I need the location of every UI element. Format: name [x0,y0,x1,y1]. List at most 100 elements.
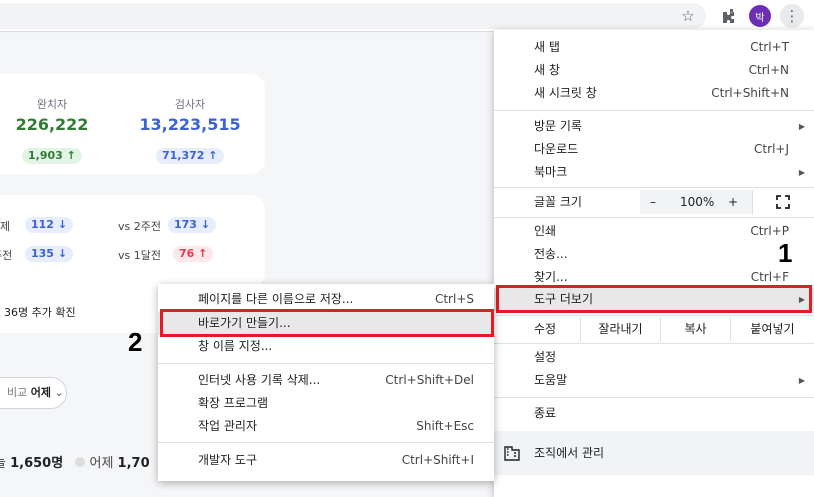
menu-print[interactable]: 인쇄 Ctrl+P [494,220,814,243]
cut-label: 잘라내기 [598,322,643,336]
compare-label: vs 1달전 [118,249,161,262]
menu-shortcut: Ctrl+Shift+N [711,86,789,100]
menu-shortcut: Ctrl+Shift+Del [385,373,474,387]
compare-card: 제 112 ↓ vs 2주전 173 ↓ 주전 135 ↓ vs 1달전 76 … [0,195,265,287]
step-1-annotation: 1 [778,238,793,268]
zoom-in-button[interactable]: + [728,190,738,214]
star-icon[interactable]: ☆ [676,4,700,28]
dropdown-value: 어제 [30,386,51,399]
menu-divider [494,110,814,111]
arrow-up-icon: ↑ [66,149,76,162]
menu-downloads[interactable]: 다운로드 Ctrl+J [494,138,814,161]
menu-label: 인쇄 [534,224,557,238]
menu-divider [494,217,814,218]
extensions-icon[interactable] [717,4,741,28]
zoom-controls: – 100% + [640,190,752,214]
menu-help[interactable]: 도움말 ▶ [494,369,814,392]
menu-label: 확장 프로그램 [198,396,269,410]
menu-label: 다운로드 [534,142,579,156]
menu-new-tab[interactable]: 새 탭 Ctrl+T [494,36,814,59]
submenu-arrow-icon: ▶ [798,122,805,131]
fullscreen-icon [776,195,790,209]
edit-label: 수정 [534,322,557,336]
zoom-label: 글꼴 크기 [534,195,582,209]
kebab-menu-icon[interactable]: ⋮ [780,4,804,28]
copy-label: 복사 [684,322,707,336]
fullscreen-button[interactable] [752,190,814,214]
compare-badge: 76 ↑ [173,246,214,262]
menu-label: 작업 관리자 [198,419,258,433]
step-2-annotation: 2 [128,327,143,357]
menu-label: 전송... [534,247,568,261]
menu-incognito[interactable]: 새 시크릿 창 Ctrl+Shift+N [494,82,814,105]
chevron-down-icon: ⌄ [54,386,64,399]
menu-divider [494,397,814,398]
submenu-clear-browsing-data[interactable]: 인터넷 사용 기록 삭제... Ctrl+Shift+Del [158,369,494,392]
submenu-arrow-icon: ▶ [798,376,805,385]
menu-divider [158,363,494,364]
compare-badge: 135 ↓ [25,246,74,262]
arrow-down-icon: ↓ [57,247,68,260]
compare-dropdown[interactable]: 비교 어제 ⌄ [0,377,67,409]
menu-label: 인터넷 사용 기록 삭제... [198,373,321,387]
tested-label: 검사자 [174,98,206,111]
arrow-down-icon: ↓ [200,218,211,231]
compare-label: 제 [0,220,11,233]
menu-label: 설정 [534,350,557,364]
address-bar[interactable] [0,3,706,29]
menu-bookmarks[interactable]: 북마크 ▶ [494,161,814,184]
submenu-save-page[interactable]: 페이지를 다른 이름으로 저장... Ctrl+S [158,288,494,311]
menu-label: 방문 기록 [534,119,582,133]
submenu-task-manager[interactable]: 작업 관리자 Shift+Esc [158,415,494,438]
menu-label: 새 탭 [534,40,560,54]
zoom-out-button[interactable]: – [650,190,656,214]
browser-toolbar: ☆ 박 ⋮ [0,0,814,32]
menu-shortcut: Ctrl+T [750,40,789,54]
chrome-main-menu: 새 탭 Ctrl+T 새 창 Ctrl+N 새 시크릿 창 Ctrl+Shift+N … [494,30,814,497]
cut-button[interactable]: 잘라내기 [580,317,660,341]
stats-card: 완치자 226,222 1,903 ↑ 검사자 13,223,515 71,37… [0,74,265,174]
recovered-value: 226,222 [15,115,89,134]
menu-shortcut: Ctrl+Shift+I [401,453,474,467]
arrow-up-icon: ↑ [198,247,208,260]
menu-shortcut: Shift+Esc [416,419,474,433]
copy-button[interactable]: 복사 [660,317,730,341]
tested-delta-badge: 71,372 ↑ [156,148,224,164]
menu-new-window[interactable]: 새 창 Ctrl+N [494,59,814,82]
menu-divider [494,315,814,316]
menu-label: 페이지를 다른 이름으로 저장... [198,292,354,306]
zoom-value: 100% [680,195,715,209]
recovered-label: 완치자 [36,98,68,111]
submenu-arrow-icon: ▶ [798,168,805,177]
menu-managed-by-org[interactable]: 조직에서 관리 [494,431,814,475]
menu-label: 새 시크릿 창 [534,86,597,100]
menu-divider [158,442,494,443]
menu-history[interactable]: 방문 기록 ▶ [494,115,814,138]
menu-cast[interactable]: 전송... [494,243,814,266]
menu-divider [494,343,814,344]
menu-settings[interactable]: 설정 [494,346,814,369]
menu-label: 새 창 [534,63,560,77]
menu-shortcut: Ctrl+N [748,63,789,77]
menu-label: 조직에서 관리 [534,446,605,460]
daily-cases-summary: 늘 1,650명 어제 1,70 [0,452,150,471]
compare-badge: 112 ↓ [25,217,74,233]
profile-avatar-button[interactable]: 박 [748,4,772,28]
today-label: 늘 [0,456,6,471]
tested-value: 13,223,515 [139,115,241,134]
menu-label: 북마크 [534,165,568,179]
menu-shortcut: Ctrl+S [434,292,474,306]
dropdown-prefix: 비교 [7,386,28,399]
submenu-developer-tools[interactable]: 개발자 도구 Ctrl+Shift+I [158,449,494,472]
building-icon [504,446,520,461]
recovered-delta-badge: 1,903 ↑ [22,148,82,164]
menu-exit[interactable]: 종료 [494,402,814,425]
submenu-extensions[interactable]: 확장 프로그램 [158,392,494,415]
submenu-name-window[interactable]: 창 이름 지정... [158,335,494,358]
menu-shortcut: Ctrl+J [754,142,789,156]
paste-label: 붙여넣기 [750,322,795,336]
dot-icon [75,457,86,467]
paste-button[interactable]: 붙여넣기 [730,317,814,341]
menu-label: 도움말 [534,373,568,387]
today-value: 1,650명 [10,456,64,471]
